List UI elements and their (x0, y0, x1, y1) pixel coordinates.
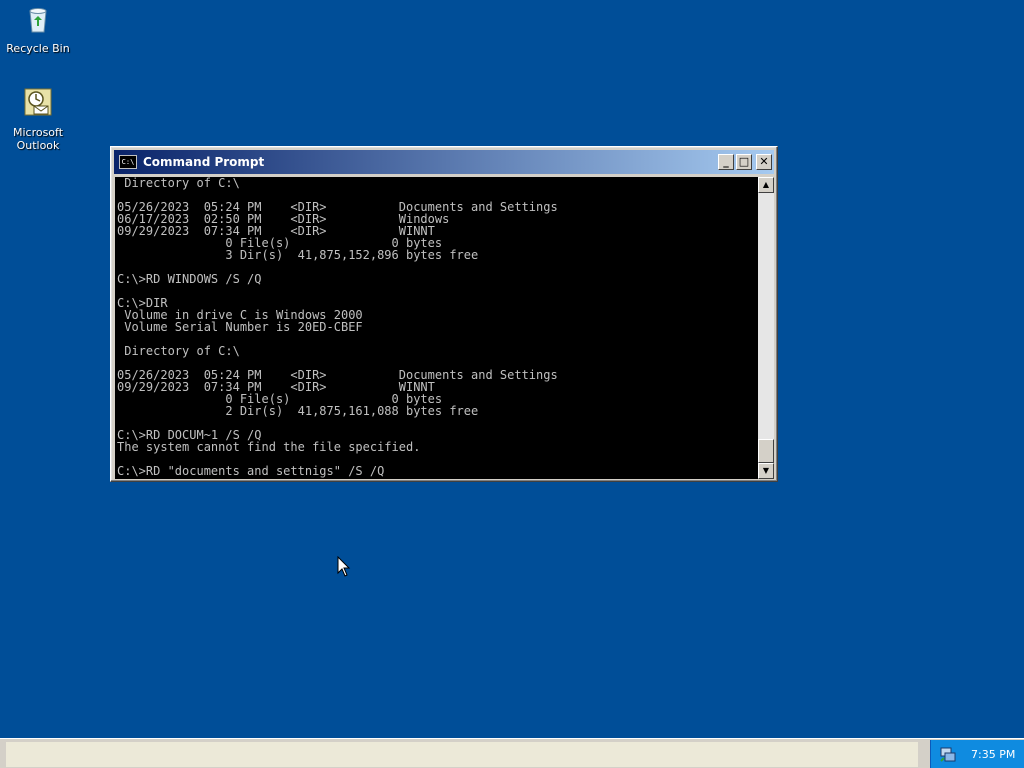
window-title: Command Prompt (143, 155, 265, 169)
console-line: C:\>RD "documents and settnigs" /S /Q (117, 464, 385, 478)
taskbar-clock[interactable]: 7:35 PM (971, 748, 1015, 761)
close-icon: ✕ (759, 155, 769, 168)
minimize-icon: _ (723, 155, 729, 168)
vertical-scrollbar[interactable]: ▲ ▼ (758, 177, 774, 479)
maximize-icon: □ (738, 155, 750, 168)
maximize-button[interactable]: □ (736, 154, 752, 170)
network-tray-icon[interactable] (939, 745, 957, 763)
scroll-up-button[interactable]: ▲ (758, 177, 774, 193)
outlook-label: Microsoft Outlook (12, 126, 64, 152)
recycle-bin-label: Recycle Bin (6, 42, 70, 55)
console-line: Directory of C:\ (117, 344, 240, 358)
console-text[interactable]: Directory of C:\ 05/26/2023 05:24 PM <DI… (115, 177, 758, 477)
scrollbar-thumb[interactable] (758, 439, 774, 463)
taskbar-button-area[interactable] (6, 742, 918, 767)
console-line: The system cannot find the file specifie… (117, 440, 421, 454)
window-titlebar[interactable]: C:\ Command Prompt _ □ ✕ (114, 150, 774, 174)
console-icon: C:\ (119, 155, 137, 169)
recycle-bin-icon (29, 8, 47, 33)
close-button[interactable]: ✕ (756, 154, 772, 170)
minimize-button[interactable]: _ (718, 154, 734, 170)
arrow-down-icon: ▼ (762, 466, 770, 475)
arrow-up-icon: ▲ (762, 180, 770, 189)
mouse-cursor-icon (337, 556, 351, 577)
taskbar[interactable]: 7:35 PM (0, 738, 1024, 768)
console-line: 2 Dir(s) 41,875,161,088 bytes free (117, 404, 479, 418)
outlook-icon (24, 88, 52, 116)
console-line: 3 Dir(s) 41,875,152,896 bytes free (117, 248, 479, 262)
scroll-down-button[interactable]: ▼ (758, 463, 774, 479)
console-line: C:\>RD WINDOWS /S /Q (117, 272, 262, 286)
outlook-desktop-icon[interactable]: Microsoft Outlook (0, 86, 76, 152)
console-line: Volume Serial Number is 20ED-CBEF (117, 320, 363, 334)
command-prompt-window[interactable]: C:\ Command Prompt _ □ ✕ Directory of C:… (110, 146, 778, 482)
console-line: Directory of C:\ (117, 177, 240, 190)
console-output[interactable]: Directory of C:\ 05/26/2023 05:24 PM <DI… (115, 177, 758, 479)
recycle-bin-desktop-icon[interactable]: Recycle Bin (0, 2, 76, 55)
system-tray[interactable]: 7:35 PM (930, 740, 1024, 768)
